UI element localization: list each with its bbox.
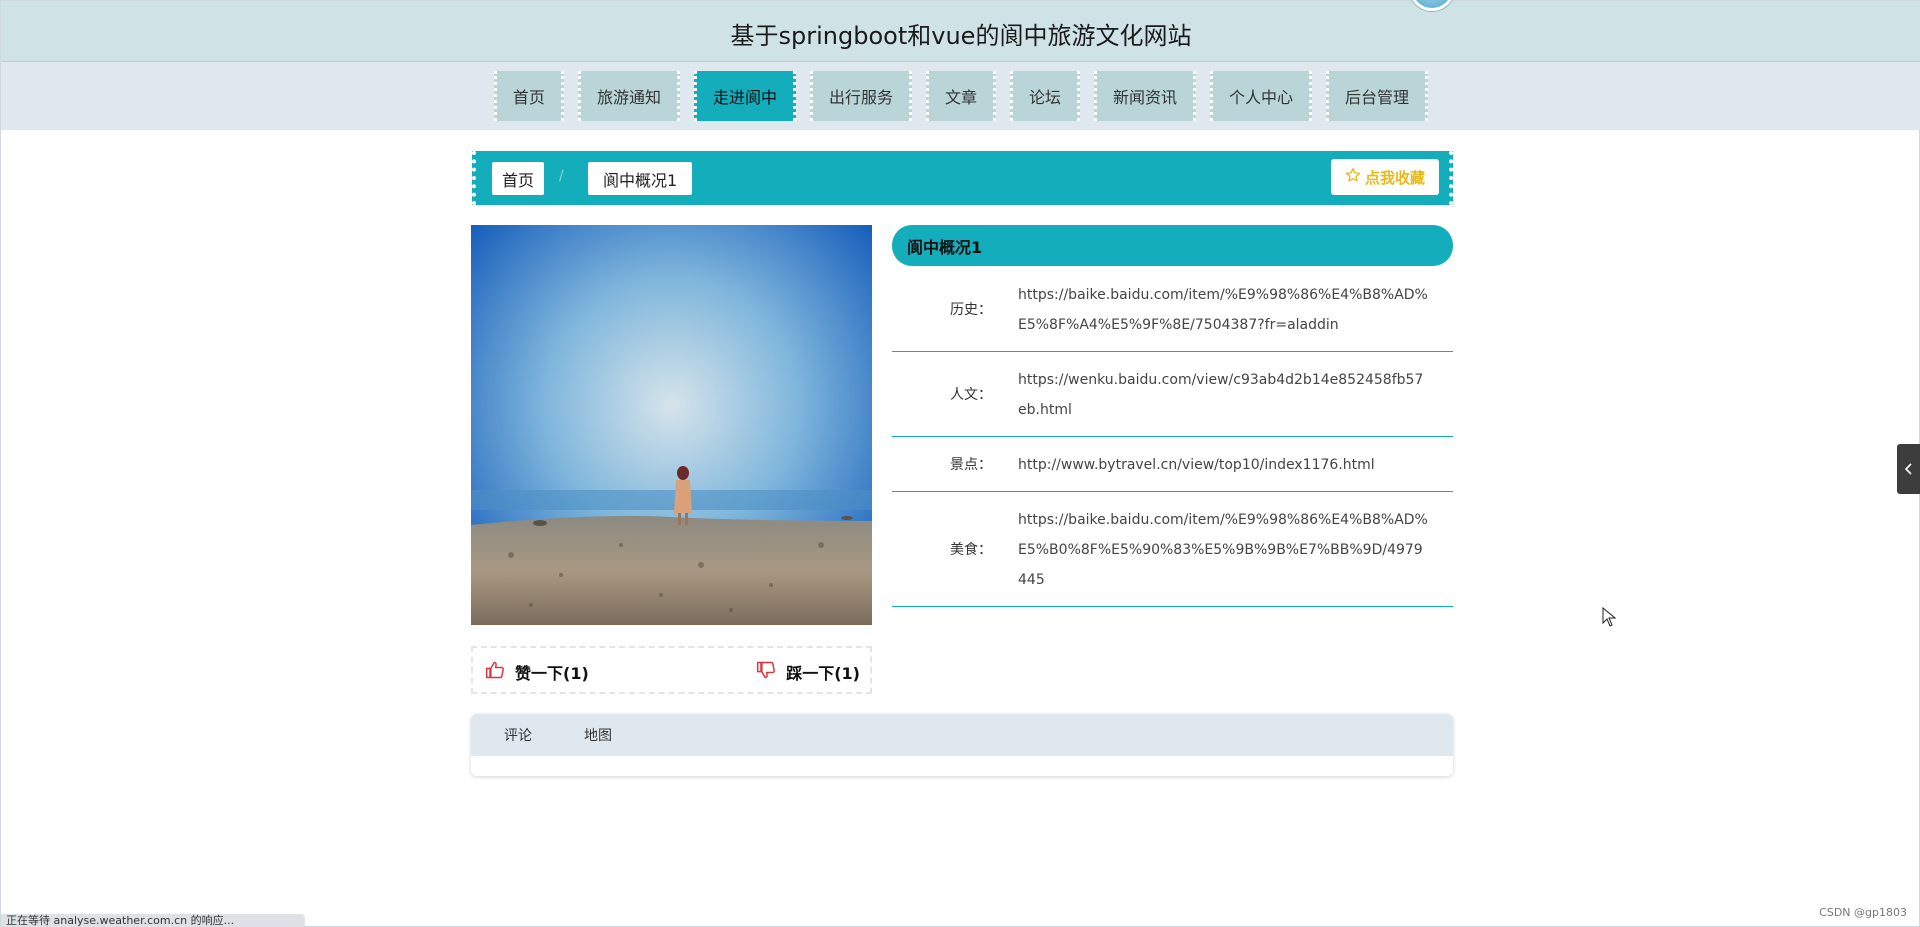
- nav-item-admin[interactable]: 后台管理: [1326, 71, 1429, 121]
- detail-value: http://www.bytravel.cn/view/top10/index1…: [1018, 457, 1375, 473]
- detail-title: 阆中概况1: [892, 225, 1453, 266]
- breadcrumb-separator: /: [559, 168, 564, 184]
- detail-row-culture: 人文： https://wenku.baidu.com/view/c93ab4d…: [892, 352, 1453, 437]
- favorite-label: 点我收藏: [1364, 168, 1425, 187]
- nav-item-travel-service[interactable]: 出行服务: [809, 71, 912, 121]
- tabs-header: 评论 地图: [471, 714, 1453, 756]
- nav-item-user-center[interactable]: 个人中心: [1210, 71, 1313, 121]
- dislike-button[interactable]: 踩一下(1): [756, 660, 860, 684]
- nav-item-home[interactable]: 首页: [493, 71, 564, 121]
- vote-row: 赞一下(1) 踩一下(1): [471, 646, 872, 694]
- detail-label: 美食：: [950, 542, 992, 558]
- tab-comments[interactable]: 评论: [504, 725, 532, 745]
- nav-item-news[interactable]: 新闻资讯: [1094, 71, 1197, 121]
- watermark: CSDN @gp1803: [1819, 906, 1907, 919]
- thumbs-up-icon: [485, 660, 505, 684]
- dislike-label: 踩一下(1): [786, 664, 860, 683]
- chevron-left-icon: [1904, 460, 1914, 479]
- detail-value: https://baike.baidu.com/item/%E9%98%86%E…: [1018, 512, 1428, 588]
- detail-label: 历史：: [950, 302, 992, 318]
- detail-label: 人文：: [950, 387, 992, 403]
- main-nav: 首页 旅游通知 走进阆中 出行服务 文章 论坛 新闻资讯 个人中心 后台管理: [1, 62, 1920, 130]
- star-outline-icon: [1345, 167, 1361, 187]
- tab-map[interactable]: 地图: [584, 725, 612, 745]
- detail-row-history: 历史： https://baike.baidu.com/item/%E9%98%…: [892, 267, 1453, 352]
- thumbs-down-icon: [756, 660, 776, 684]
- nav-item-articles[interactable]: 文章: [925, 71, 996, 121]
- page: 基于springboot和vue的阆中旅游文化网站 首页 旅游通知 走进阆中 出…: [0, 0, 1920, 927]
- detail-row-attractions: 景点： http://www.bytravel.cn/view/top10/in…: [892, 437, 1453, 492]
- nav-item-travel-notice[interactable]: 旅游通知: [577, 71, 680, 121]
- tabs-card: 评论 地图: [471, 714, 1453, 776]
- nav-item-forum[interactable]: 论坛: [1010, 71, 1081, 121]
- site-header: 基于springboot和vue的阆中旅游文化网站: [1, 0, 1920, 62]
- like-label: 赞一下(1): [515, 664, 589, 683]
- browser-status-bar: 正在等待 analyse.weather.com.cn 的响应...: [1, 914, 305, 927]
- nav-item-about-langzhong[interactable]: 走进阆中: [693, 71, 796, 121]
- breadcrumb-current: 阆中概况1: [588, 162, 693, 195]
- detail-label: 景点：: [950, 457, 992, 473]
- site-title: 基于springboot和vue的阆中旅游文化网站: [730, 22, 1192, 50]
- avatar[interactable]: [1409, 0, 1455, 11]
- like-button[interactable]: 赞一下(1): [485, 660, 589, 684]
- detail-table: 历史： https://baike.baidu.com/item/%E9%98%…: [892, 267, 1453, 607]
- detail-value: https://baike.baidu.com/item/%E9%98%86%E…: [1018, 287, 1428, 333]
- side-panel-toggle[interactable]: [1897, 444, 1920, 494]
- breadcrumb-home[interactable]: 首页: [492, 162, 545, 195]
- detail-row-food: 美食： https://baike.baidu.com/item/%E9%98%…: [892, 492, 1453, 607]
- breadcrumb: 首页 / 阆中概况1 点我收藏: [472, 151, 1453, 205]
- favorite-button[interactable]: 点我收藏: [1331, 159, 1439, 195]
- nav-list: 首页 旅游通知 走进阆中 出行服务 文章 论坛 新闻资讯 个人中心 后台管理: [1, 71, 1920, 121]
- mouse-cursor-icon: [1602, 606, 1617, 631]
- attraction-photo: [471, 225, 872, 625]
- detail-value: https://wenku.baidu.com/view/c93ab4d2b14…: [1018, 372, 1424, 418]
